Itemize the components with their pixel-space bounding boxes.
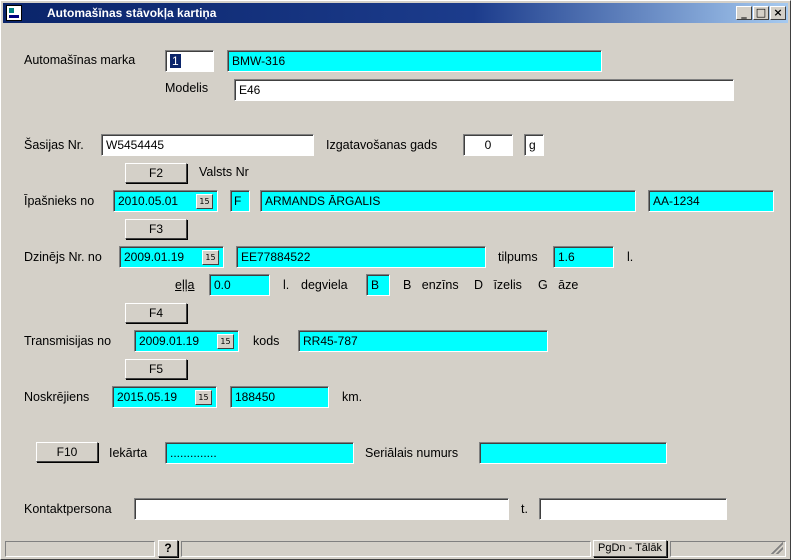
status-pane-right (670, 541, 786, 557)
engine-number-field[interactable]: EE77884522 (236, 246, 486, 268)
transmission-date-value: 2009.01.19 (139, 334, 200, 348)
phone-label: t. (521, 502, 528, 516)
volume-label: tilpums (498, 250, 538, 264)
year-label: Izgatavošanas gads (326, 138, 438, 152)
oil-label: eļļa (175, 278, 195, 292)
f4-button[interactable]: F4 (125, 303, 187, 323)
oil-field[interactable]: 0.0 (209, 274, 270, 296)
status-bar: ? PgDn - Tālāk (3, 539, 788, 559)
engine-label: Dzinējs Nr. no (24, 250, 102, 264)
title-bar[interactable]: Automašīnas stāvokļa kartiņa _ □ × (3, 3, 788, 23)
close-button[interactable]: × (770, 6, 786, 20)
help-button[interactable]: ? (158, 540, 178, 557)
main-window: Automašīnas stāvokļa kartiņa _ □ × Autom… (0, 0, 791, 560)
make-code-value: 1 (170, 54, 181, 68)
window-title: Automašīnas stāvokļa kartiņa (47, 6, 217, 20)
calendar-icon[interactable]: 15 (196, 194, 213, 209)
volume-unit: l. (627, 250, 634, 264)
make-label: Automašīnas marka (24, 53, 136, 67)
year-unit-field[interactable]: g (524, 134, 544, 156)
serial-field[interactable] (479, 442, 667, 464)
owner-plate-field[interactable]: AA-1234 (648, 190, 774, 212)
f5-button[interactable]: F5 (125, 359, 187, 379)
transmission-label: Transmisijas no (24, 334, 112, 348)
calendar-icon[interactable]: 15 (202, 250, 219, 265)
chassis-field[interactable]: W5454445 (101, 134, 314, 156)
mileage-unit: km. (342, 390, 363, 404)
resize-grip-icon[interactable] (771, 542, 783, 554)
owner-type-field[interactable]: F (230, 190, 250, 212)
fuel-option-g: G āze (538, 278, 579, 292)
pgdn-next-button[interactable]: PgDn - Tālāk (593, 540, 667, 557)
volume-field[interactable]: 1.6 (553, 246, 614, 268)
owner-date-field[interactable]: 2010.05.01 15 (113, 190, 218, 212)
engine-date-value: 2009.01.19 (124, 250, 185, 264)
f2-button[interactable]: F2 (125, 163, 187, 183)
engine-date-field[interactable]: 2009.01.19 15 (119, 246, 224, 268)
transmission-date-field[interactable]: 2009.01.19 15 (134, 330, 239, 352)
oil-unit: l. (283, 278, 290, 292)
status-pane-middle (181, 541, 591, 557)
calendar-icon[interactable]: 15 (195, 390, 212, 405)
contact-label: Kontaktpersona (24, 502, 112, 516)
owner-date-value: 2010.05.01 (118, 194, 179, 208)
country-label: Valsts Nr (199, 165, 249, 179)
year-field[interactable]: 0 (463, 134, 513, 156)
owner-name-field[interactable]: ARMANDS ĀRGALIS (260, 190, 636, 212)
device-field[interactable]: .............. (165, 442, 354, 464)
serial-label: Seriālais numurs (365, 446, 459, 460)
mileage-date-value: 2015.05.19 (117, 390, 178, 404)
calendar-icon[interactable]: 15 (217, 334, 234, 349)
owner-label: Īpašnieks no (24, 194, 95, 208)
model-label: Modelis (165, 81, 209, 95)
phone-field[interactable] (539, 498, 727, 520)
app-icon[interactable] (6, 5, 22, 21)
fuel-field[interactable]: B (366, 274, 390, 296)
make-code-field[interactable]: 1 (165, 50, 214, 72)
model-field[interactable]: E46 (234, 79, 734, 101)
mileage-date-field[interactable]: 2015.05.19 15 (112, 386, 217, 408)
make-name-field[interactable]: BMW-316 (227, 50, 602, 72)
code-label: kods (253, 334, 280, 348)
maximize-button[interactable]: □ (753, 6, 769, 20)
status-pane-left (5, 541, 155, 557)
minimize-button[interactable]: _ (736, 6, 752, 20)
f10-button[interactable]: F10 (36, 442, 98, 462)
chassis-label: Šasijas Nr. (24, 138, 84, 152)
fuel-option-b: B enzīns (403, 278, 459, 292)
mileage-field[interactable]: 188450 (230, 386, 329, 408)
fuel-label: degviela (301, 278, 348, 292)
device-label: Iekārta (109, 446, 148, 460)
fuel-option-d: D īzelis (474, 278, 522, 292)
transmission-code-field[interactable]: RR45-787 (298, 330, 548, 352)
contact-field[interactable] (134, 498, 509, 520)
mileage-label: Noskrējiens (24, 390, 90, 404)
f3-button[interactable]: F3 (125, 219, 187, 239)
